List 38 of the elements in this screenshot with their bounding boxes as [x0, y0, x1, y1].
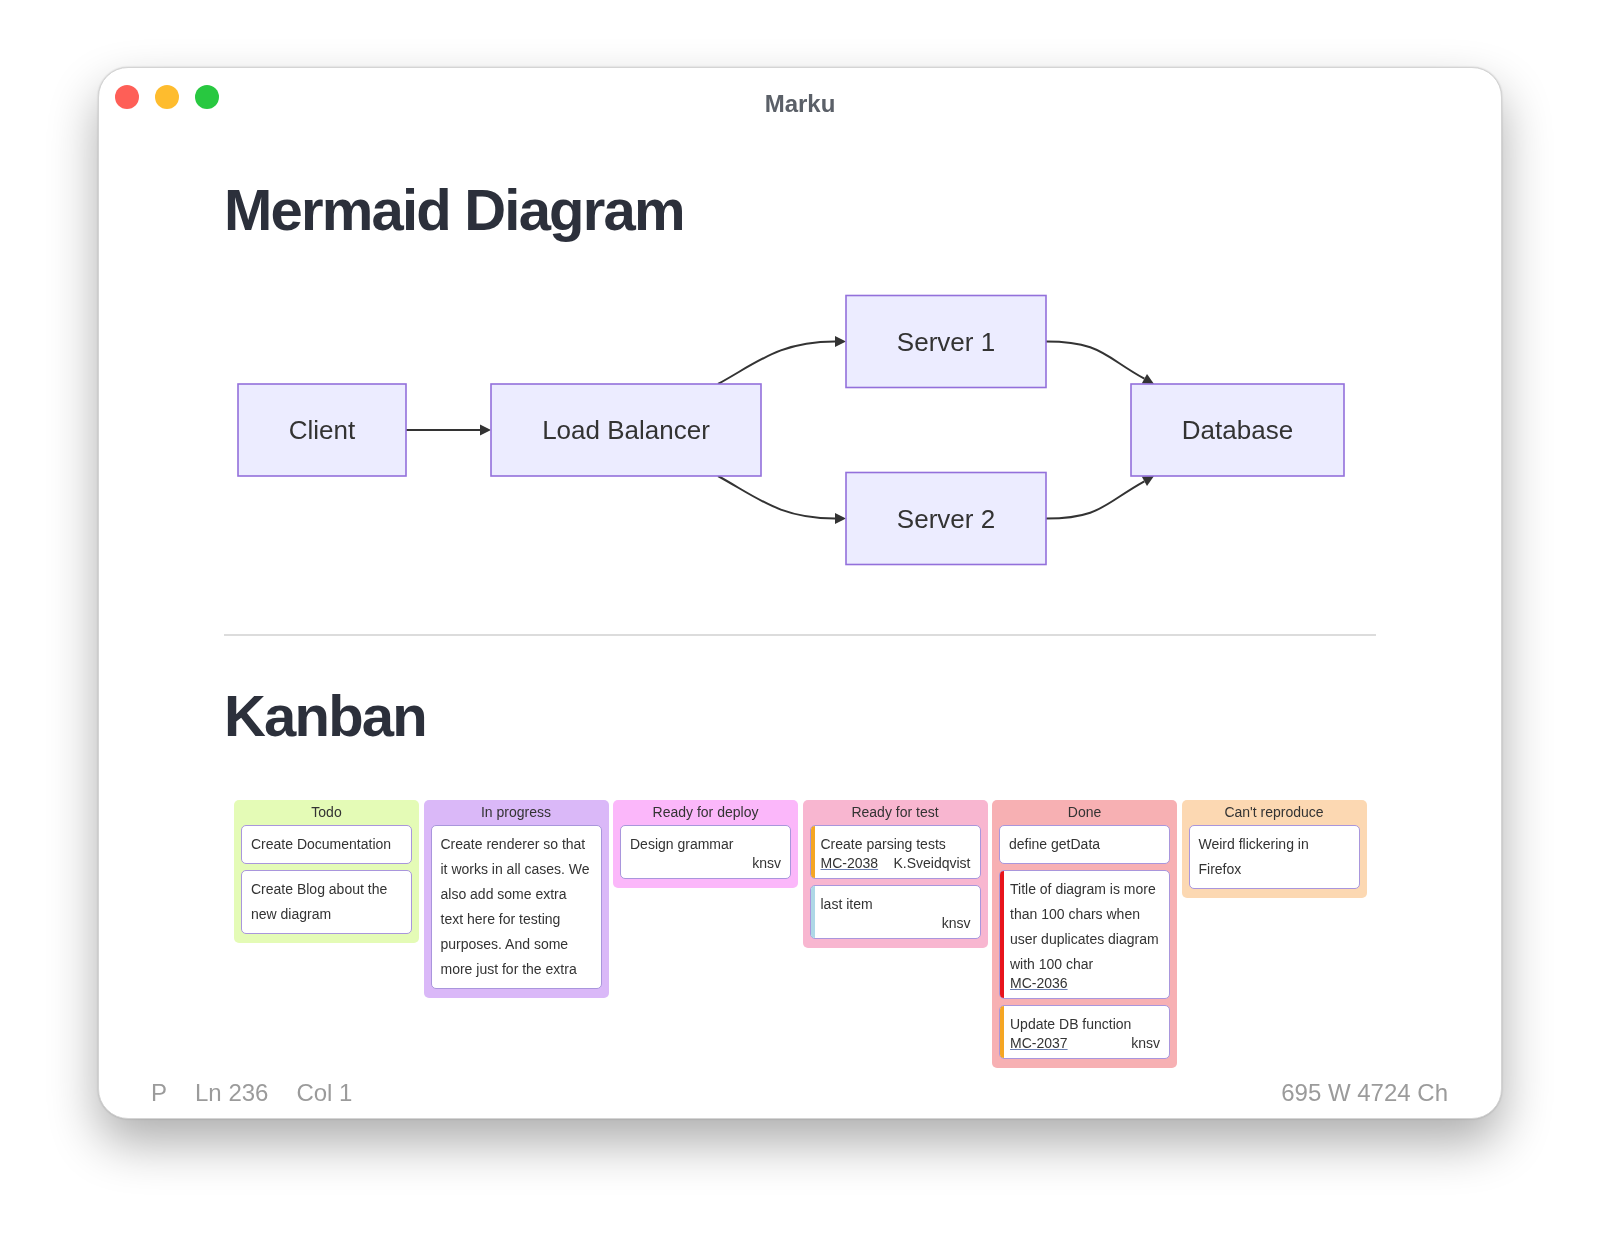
card-text: Create renderer so that it works in all cases. We also add some extra text here for testing purposes. And some more just for the extra — [440, 835, 591, 979]
diagram-node: Database — [1130, 383, 1345, 477]
card-text: Weird flickering in Firefox — [1198, 835, 1310, 879]
diagram-node: Server 1 — [845, 294, 1047, 389]
window-title: Marku — [764, 89, 836, 118]
assignee-name: knsv — [752, 854, 781, 872]
assignee-name: knsv — [1131, 1034, 1160, 1052]
column-title: In progress — [480, 803, 551, 822]
column-title: Ready for test — [851, 803, 939, 822]
ticket-link[interactable]: MC-2037 — [1010, 1034, 1068, 1052]
column-title: Done — [1067, 803, 1102, 822]
minimize-button[interactable] — [155, 85, 179, 109]
card-text: Design grammar — [630, 835, 734, 854]
card-text: Create parsing tests — [820, 835, 946, 854]
ticket-link[interactable]: MC-2038 — [820, 854, 879, 872]
card-text: Create Blog about the new diagram — [251, 880, 389, 924]
card-text: Title of diagram is more than 100 chars when user duplicates diagram with 100 char — [1010, 880, 1160, 974]
zoom-button[interactable] — [195, 85, 219, 109]
card-text: Create Documentation — [251, 835, 392, 854]
diagram-node: Server 2 — [845, 471, 1047, 566]
card-text: Update DB function — [1010, 1015, 1132, 1034]
status-item: Ln 236 — [195, 1079, 269, 1107]
card-text: last item — [820, 895, 873, 914]
column-title: Can't reproduce — [1224, 803, 1324, 822]
section-heading: Kanban — [224, 683, 426, 749]
status-item: P — [151, 1079, 167, 1107]
diagram-node: Load Balancer — [490, 383, 762, 477]
column-title: Todo — [311, 803, 342, 822]
diagram-node: Client — [237, 383, 407, 477]
ticket-link[interactable]: MC-2036 — [1010, 974, 1068, 992]
column-title: Ready for deploy — [652, 803, 759, 822]
assignee-name: knsv — [941, 914, 971, 932]
section-heading: Mermaid Diagram — [224, 177, 684, 243]
status-item: Col 1 — [296, 1079, 353, 1107]
assignee-name: K.Sveidqvist — [893, 854, 971, 872]
close-button[interactable] — [115, 85, 139, 109]
card-text: define getData — [1009, 835, 1101, 854]
word-count: 695 W 4724 Ch — [1281, 1079, 1448, 1107]
